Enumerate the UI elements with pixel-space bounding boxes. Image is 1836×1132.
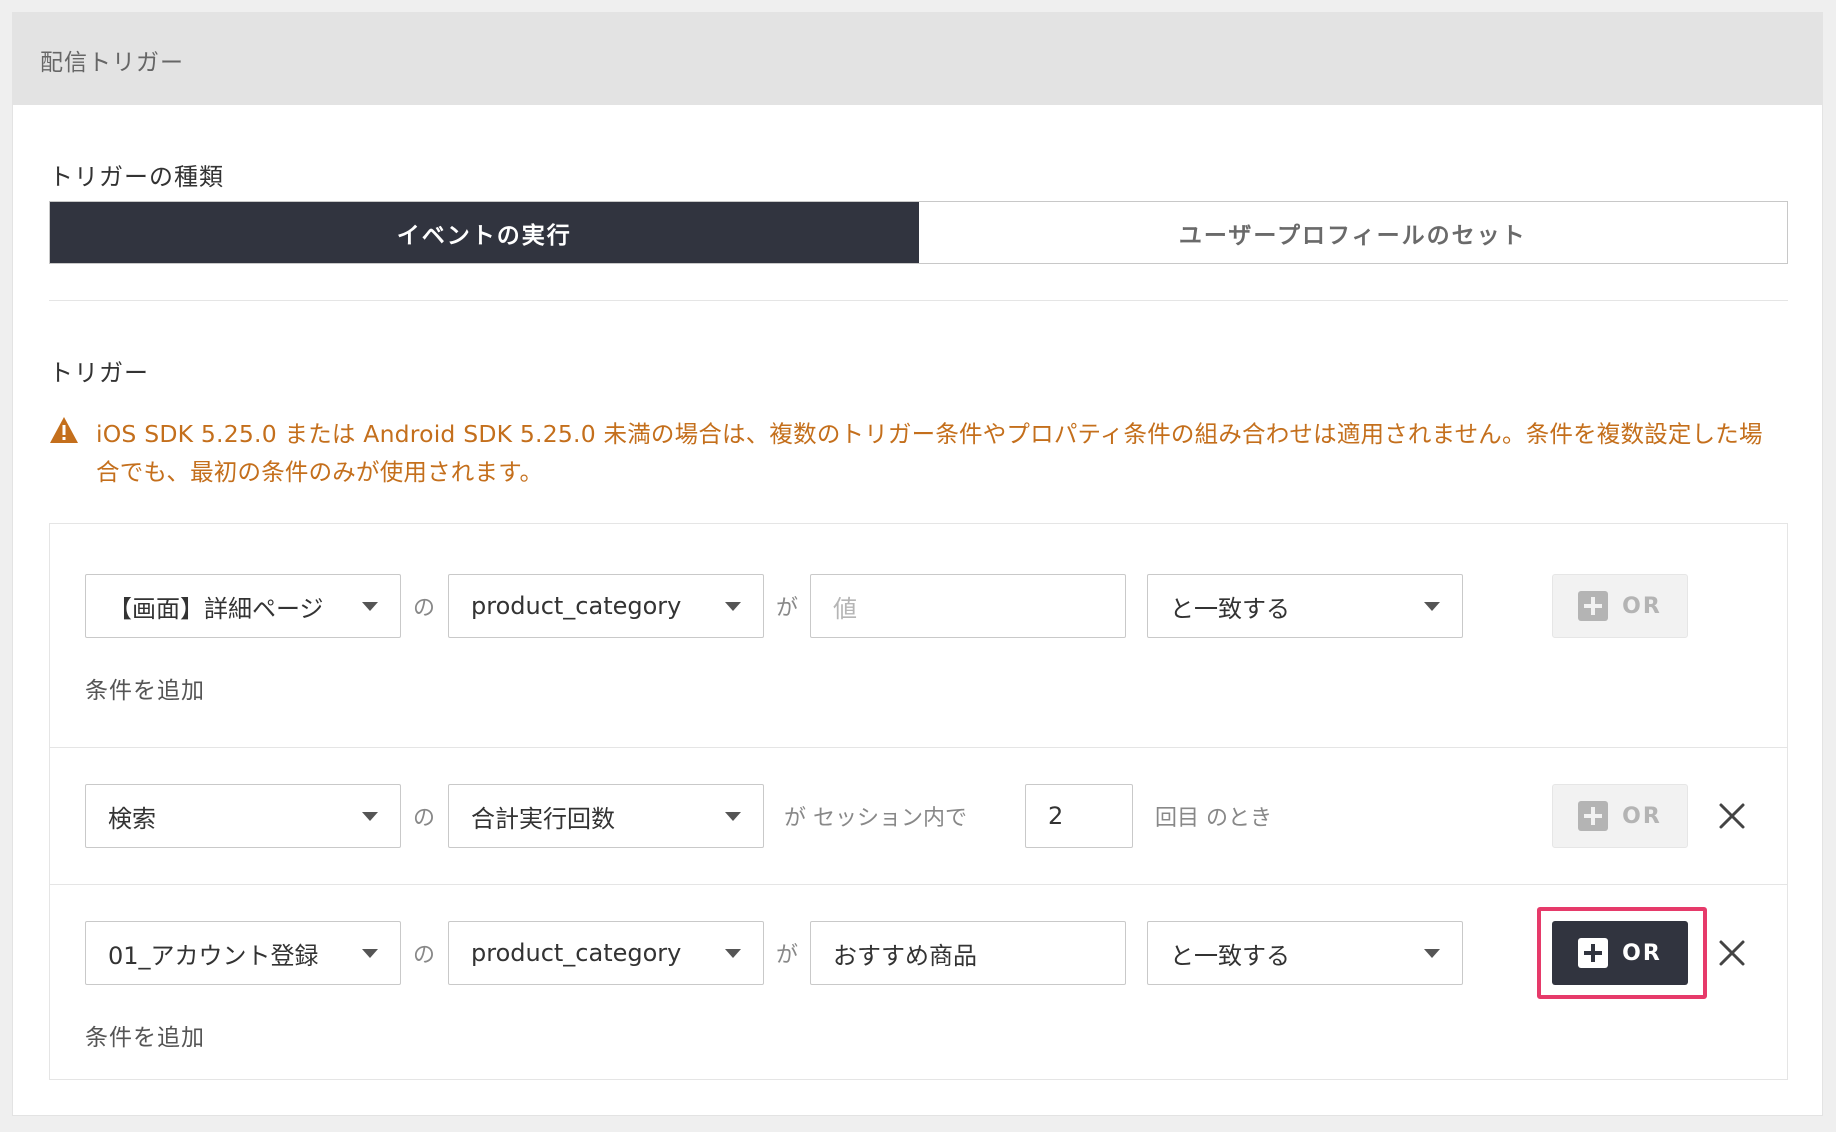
connector-of: の <box>413 596 436 621</box>
count-input[interactable]: 2 <box>1025 784 1133 848</box>
trigger-conditions-box: 【画面】詳細ページ の product_category が 値 と一致する O… <box>49 523 1788 1080</box>
trigger-label: トリガー <box>49 359 149 387</box>
caret-down-icon <box>725 949 741 958</box>
plus-square-icon <box>1578 801 1609 831</box>
or-button-label: OR <box>1622 803 1662 829</box>
plus-square-icon <box>1578 591 1609 621</box>
value-placeholder: 値 <box>833 594 857 623</box>
warning-triangle-icon <box>50 417 78 443</box>
operator-select-value: と一致する <box>1170 594 1290 623</box>
event-select[interactable]: 検索 <box>85 784 401 848</box>
property-select[interactable]: product_category <box>448 921 764 985</box>
caret-down-icon <box>362 812 378 821</box>
or-button-label: OR <box>1622 593 1662 619</box>
operator-select-value: と一致する <box>1170 941 1290 970</box>
connector-of: の <box>413 806 436 831</box>
delivery-trigger-panel: 配信トリガー トリガーの種類 イベントの実行 ユーザープロフィールのセット トリ… <box>12 12 1823 1116</box>
property-select-value: product_category <box>471 939 682 967</box>
caret-down-icon <box>725 812 741 821</box>
trigger-type-label: トリガーの種類 <box>49 163 224 191</box>
connector-of: の <box>413 943 436 968</box>
event-select-value: 検索 <box>108 804 156 833</box>
count-input-value: 2 <box>1048 802 1064 830</box>
close-icon[interactable] <box>1717 801 1747 831</box>
caret-down-icon <box>362 602 378 611</box>
caret-down-icon <box>362 949 378 958</box>
metric-select-value: 合計実行回数 <box>471 804 615 833</box>
row-divider <box>50 884 1787 885</box>
caret-down-icon <box>725 602 741 611</box>
value-input[interactable]: 値 <box>810 574 1126 638</box>
trigger-type-segmented-control: イベントの実行 ユーザープロフィールのセット <box>49 201 1788 264</box>
event-select[interactable]: 01_アカウント登録 <box>85 921 401 985</box>
section-divider <box>49 300 1788 301</box>
operator-select[interactable]: と一致する <box>1147 574 1463 638</box>
event-select-value: 【画面】詳細ページ <box>108 594 324 623</box>
operator-select[interactable]: と一致する <box>1147 921 1463 985</box>
session-text: が セッション内で <box>784 806 967 831</box>
tab-user-profile-set[interactable]: ユーザープロフィールのセット <box>918 202 1787 263</box>
row-divider <box>50 747 1787 748</box>
connector-ga: が <box>776 596 799 621</box>
highlight-frame <box>1537 907 1707 999</box>
caret-down-icon <box>1424 949 1440 958</box>
property-select-value: product_category <box>471 592 682 620</box>
value-input-value: おすすめ商品 <box>833 941 977 970</box>
panel-header: 配信トリガー <box>13 13 1822 105</box>
count-suffix-text: 回目 のとき <box>1155 806 1272 831</box>
add-condition-link[interactable]: 条件を追加 <box>85 1018 205 1052</box>
property-select[interactable]: product_category <box>448 574 764 638</box>
or-button[interactable]: OR <box>1552 574 1688 638</box>
close-icon[interactable] <box>1717 938 1747 968</box>
event-select-value: 01_アカウント登録 <box>108 941 319 970</box>
connector-ga: が <box>776 943 799 968</box>
sdk-warning-message: iOS SDK 5.25.0 または Android SDK 5.25.0 未満… <box>96 420 1763 486</box>
value-input[interactable]: おすすめ商品 <box>810 921 1126 985</box>
tab-event-execution[interactable]: イベントの実行 <box>50 202 919 263</box>
panel-title: 配信トリガー <box>40 50 184 76</box>
event-select[interactable]: 【画面】詳細ページ <box>85 574 401 638</box>
or-button[interactable]: OR <box>1552 784 1688 848</box>
add-condition-link[interactable]: 条件を追加 <box>85 671 205 705</box>
metric-select[interactable]: 合計実行回数 <box>448 784 764 848</box>
caret-down-icon <box>1424 602 1440 611</box>
